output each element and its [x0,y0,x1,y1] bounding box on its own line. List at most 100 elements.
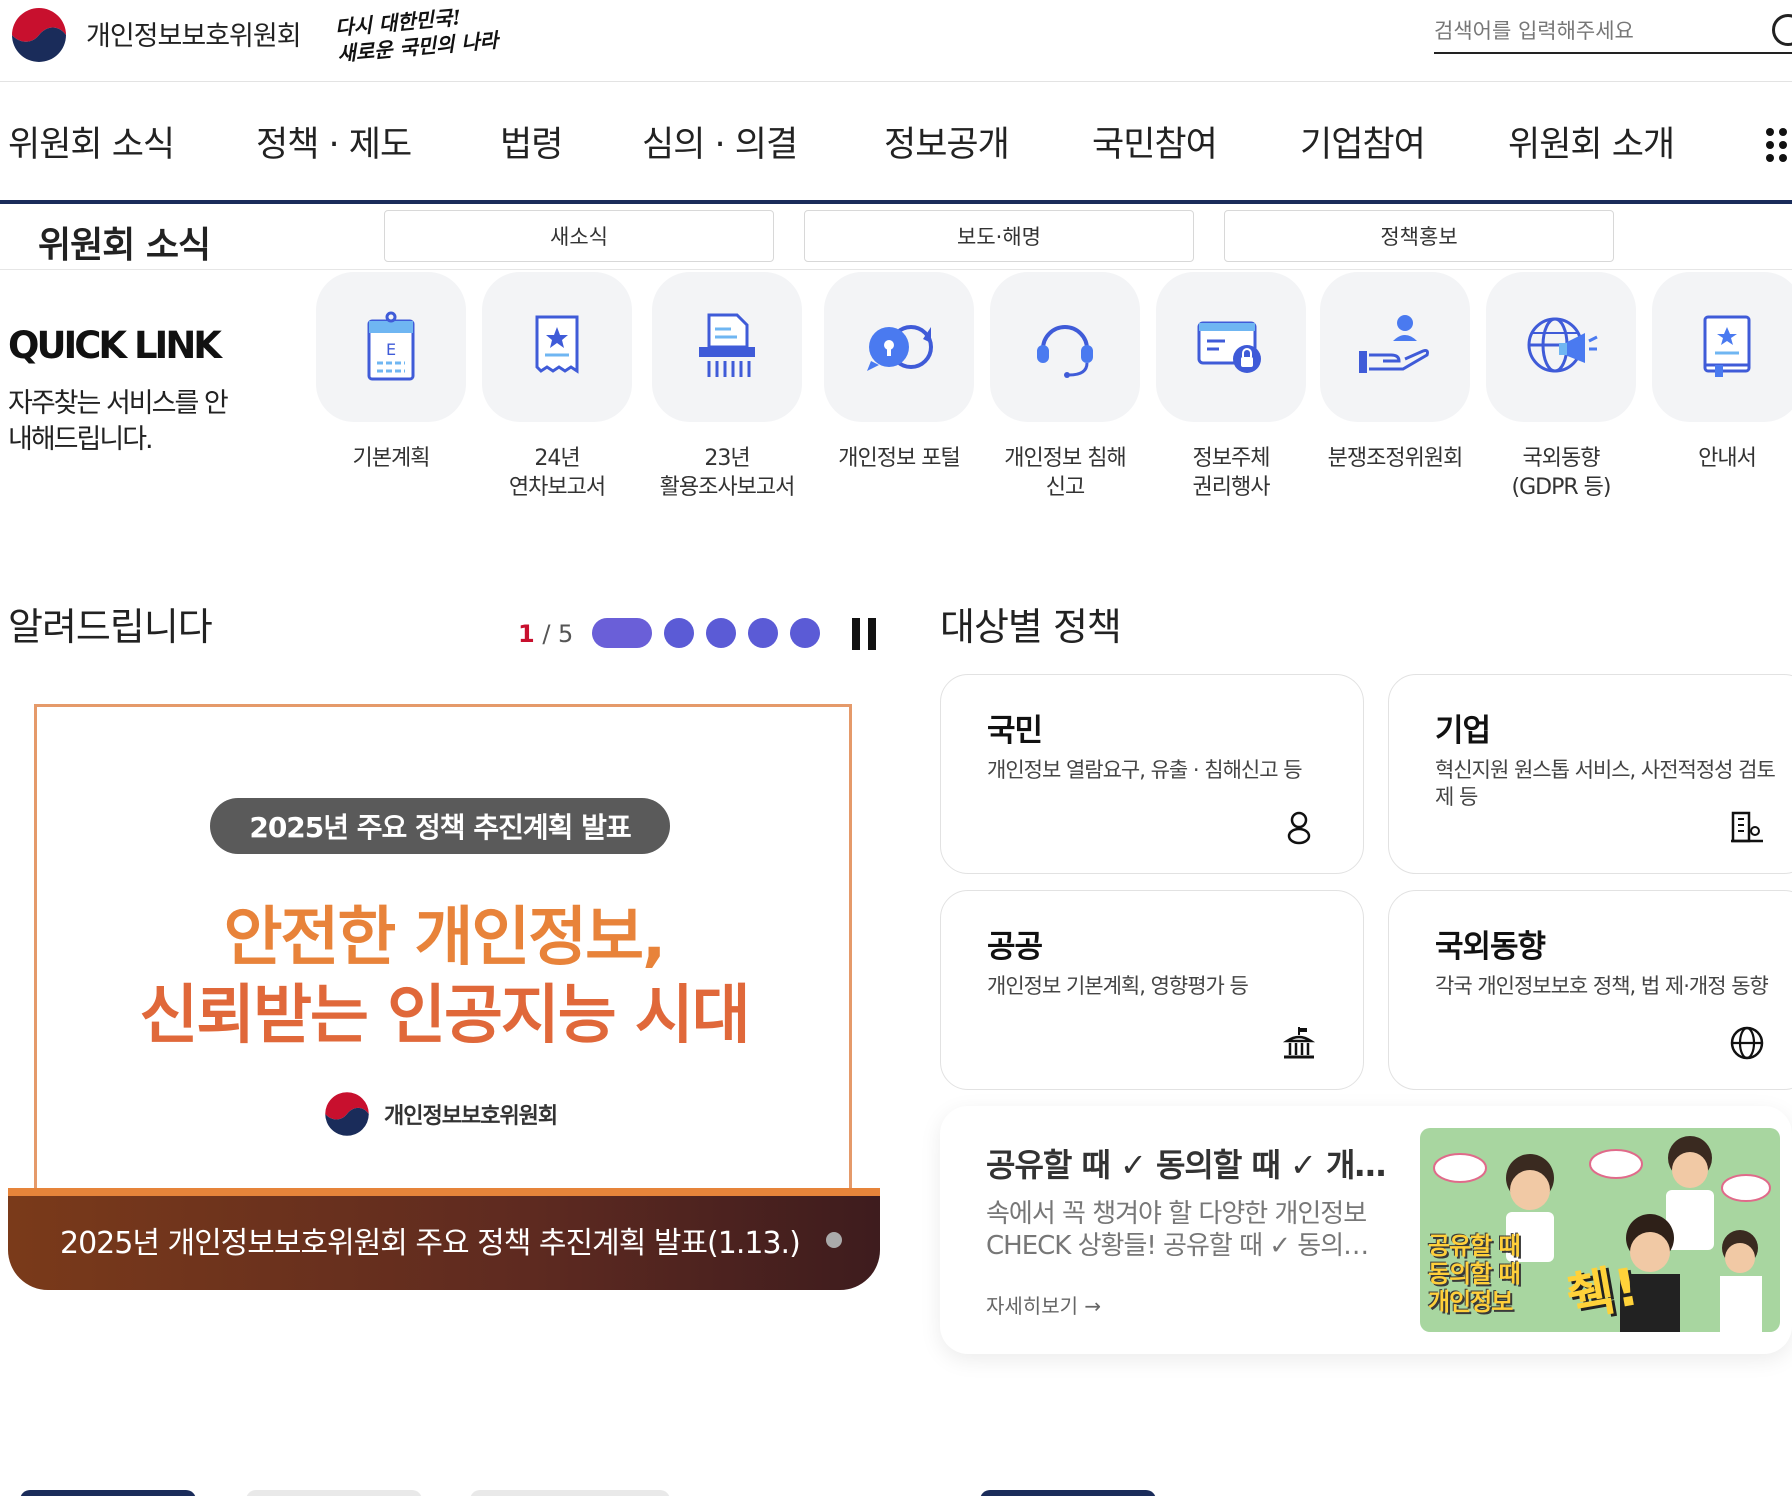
quicklink-label: 24년 연차보고서 [508,446,606,500]
site-header: 개인정보보호위원회 다시 대한민국! 새로운 국민의 나라 [0,0,1792,82]
nav-item-deliberation[interactable]: 심의 · 의결 [642,116,798,167]
government-logo-icon [325,1092,369,1136]
quicklink-item-annual-report[interactable]: 24년 연차보고서 [482,272,632,502]
org-name[interactable]: 개인정보보호위원회 [86,14,302,53]
quicklink-label: 기본계획 [352,446,431,471]
slide-dot-5[interactable] [790,618,820,648]
all-menu-icon[interactable] [1766,128,1787,162]
feature-more-link[interactable]: 자세히보기 → [986,1290,1101,1319]
slide-dot-4[interactable] [748,618,778,648]
bottom-tab-1[interactable] [20,1490,196,1496]
nav-item-policy[interactable]: 정책 · 제도 [256,116,412,167]
quicklink-title: QUICK LINK [8,324,222,367]
mediation-hand-icon [1359,315,1429,373]
nav-item-news[interactable]: 위원회 소식 [8,116,175,167]
nav-item-disclosure[interactable]: 정보공개 [884,116,1010,167]
bottom-tab-4[interactable] [980,1490,1156,1496]
feature-img-emphasis: 췍! [1562,1257,1644,1329]
quicklink-item-survey-report[interactable]: 23년 활용조사보고서 [652,272,802,502]
quicklink-label: 국외동향 (GDPR 등) [1511,446,1612,500]
policy-title: 대상별 정책 [940,605,1122,649]
nav-item-public-participation[interactable]: 국민참여 [1092,116,1218,167]
banner-pill: 2025년 주요 정책 추진계획 발표 [210,798,670,854]
feature-img-text: 공유할 때 동의할 때 개인정보 [1428,1232,1521,1316]
search-input[interactable] [1434,12,1754,50]
slide-dot-3[interactable] [706,618,736,648]
public-office-icon [1282,1027,1316,1059]
tab-promotion[interactable]: 정책홍보 [1224,210,1614,262]
person-icon [1287,811,1311,845]
policy-card-title: 공공 [987,929,1043,965]
policy-card-business[interactable]: 기업 혁신지원 원스톱 서비스, 사전적정성 검토제 등 [1388,674,1792,874]
survey-report-icon [699,313,755,377]
building-icon [1731,811,1763,843]
quicklink-label: 23년 활용조사보고서 [659,446,796,500]
policy-card-public[interactable]: 공공 개인정보 기본계획, 영향평가 등 [940,890,1364,1090]
plan-document-icon: E [367,311,415,381]
tab-press[interactable]: 보도·해명 [804,210,1194,262]
feature-img-line1: 공유할 때 [1428,1232,1521,1260]
government-logo-icon[interactable] [8,4,70,66]
banner-headline-2: 신뢰받는 인공지능 시대 [139,979,750,1053]
quicklink-label: 개인정보 포털 [838,446,960,471]
feature-thumbnail: 공유할 때 동의할 때 개인정보 췍! [1420,1128,1780,1332]
guidebook-icon [1703,315,1751,377]
notice-title: 알려드립니다 [8,605,213,649]
quicklink-label: 개인정보 침해 신고 [1004,446,1126,500]
data-lock-icon [1197,321,1261,373]
quicklink-item-data-subject-rights[interactable]: 정보주체 권리행사 [1156,272,1306,502]
policy-card-citizen[interactable]: 국민 개인정보 열람요구, 유출 · 침해신고 등 [940,674,1364,874]
bottom-tab-3[interactable] [470,1490,670,1496]
policy-card-desc: 개인정보 열람요구, 유출 · 침해신고 등 [987,758,1303,782]
feature-img-line2: 동의할 때 [1428,1260,1521,1288]
portal-chat-icon [867,325,933,371]
banner-caption: 2025년 개인정보보호위원회 주요 정책 추진계획 발표(1.13.) [8,1188,880,1290]
policy-card-title: 기업 [1435,713,1491,749]
policy-card-overseas[interactable]: 국외동향 각국 개인정보보호 정책, 법 제·개정 동향 [1388,890,1792,1090]
nav-item-law[interactable]: 법령 [500,116,563,167]
banner-org-name: 개인정보보호위원회 [384,1104,558,1129]
tab-news[interactable]: 새소식 [384,210,774,262]
search-box [1434,8,1792,54]
pause-icon[interactable] [852,618,878,650]
nav-item-business-participation[interactable]: 기업참여 [1300,116,1426,167]
notice-banner[interactable]: 2025년 주요 정책 추진계획 발표 안전한 개인정보, 신뢰받는 인공지능 … [8,700,880,1290]
policy-card-desc: 각국 개인정보보호 정책, 법 제·개정 동향 [1435,974,1769,998]
quicklink-label: 안내서 [1698,446,1757,471]
pager-total: / 5 [542,620,574,648]
policy-card-title: 국외동향 [1435,929,1546,965]
quicklink-item-guidebook[interactable]: 안내서 [1652,272,1792,473]
quicklink-description: 자주찾는 서비스를 안내해드립니다. [8,388,229,455]
quicklink-item-plan[interactable]: E 기본계획 [316,272,466,473]
headset-icon [1037,325,1093,378]
nav-item-about[interactable]: 위원회 소개 [1508,116,1675,167]
slide-dot-1[interactable] [592,618,652,648]
quicklink-label: 정보주체 권리행사 [1192,446,1271,500]
quicklink-item-mediation[interactable]: 분쟁조정위원회 [1320,272,1470,473]
main-nav: 위원회 소식 정책 · 제도 법령 심의 · 의결 정보공개 국민참여 기업참여… [0,82,1792,204]
feature-title: 공유할 때 ✓ 동의할 때 ✓ 개… [986,1146,1386,1184]
quicklink-item-overseas-trends[interactable]: 국외동향 (GDPR 등) [1486,272,1636,502]
annual-report-icon [535,315,579,374]
policy-card-title: 국민 [987,713,1043,749]
quicklink-item-portal[interactable]: 개인정보 포털 [824,272,974,473]
slogan: 다시 대한민국! 새로운 국민의 나라 [334,1,499,67]
quicklink-item-report-infringement[interactable]: 개인정보 침해 신고 [990,272,1140,502]
svg-text:E: E [386,340,396,359]
banner-org: 개인정보보호위원회 [322,1088,558,1140]
featured-campaign-card[interactable]: 공유할 때 ✓ 동의할 때 ✓ 개… 속에서 꼭 챙겨야 할 다양한 개인정보 … [940,1106,1792,1354]
bottom-tab-2[interactable] [246,1490,422,1496]
slide-pager: 1 / 5 [518,620,573,648]
policy-card-desc: 혁신지원 원스톱 서비스, 사전적정성 검토제 등 [1435,758,1776,809]
policy-card-desc: 개인정보 기본계획, 영향평가 등 [987,974,1249,998]
sub-nav: 위원회 소식 새소식 보도·해명 정책홍보 [0,206,1792,270]
slide-dot-2[interactable] [664,618,694,648]
globe-megaphone-icon [1527,317,1598,373]
quicklink-label: 분쟁조정위원회 [1327,446,1464,471]
feature-img-line3: 개인정보 [1428,1288,1513,1316]
search-icon[interactable] [1772,14,1792,46]
pager-current: 1 [518,620,535,648]
globe-icon [1730,1026,1764,1060]
banner-caption-dot [826,1232,842,1248]
sub-nav-title: 위원회 소식 [38,225,211,266]
